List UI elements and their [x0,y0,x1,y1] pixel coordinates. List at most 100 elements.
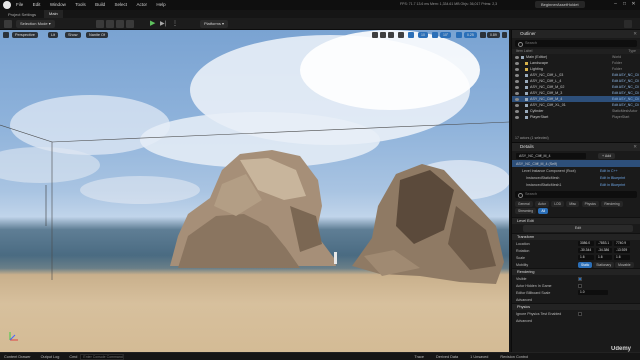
step-icon[interactable]: ▶| [160,20,166,28]
camera-speed-value[interactable]: 0.89 [487,32,500,38]
menu-actor[interactable]: Actor [136,2,147,7]
mobility-movable[interactable]: Movable [615,262,634,268]
perspective-button[interactable]: Perspective [12,32,38,38]
filter-rendering[interactable]: Rendering [601,201,623,207]
billboard-scale-input[interactable]: 1.0 [578,290,608,295]
menu-select[interactable]: Select [115,2,128,7]
details-search-input[interactable]: Search [515,191,637,198]
menu-edit[interactable]: Edit [33,2,41,7]
blueprint-icon[interactable] [106,20,114,28]
show-button[interactable]: Show [65,32,81,38]
actor-name-field[interactable]: ASY_NC_Cliff_M_4 [516,152,586,159]
scale-x[interactable]: 1.6 [578,255,594,260]
rotation-snap-value[interactable]: 10° [440,32,452,38]
component-self-row[interactable]: ASY_NC_Cliff_M_4 (Self) [512,160,640,167]
eye-icon[interactable] [515,85,519,89]
eye-icon[interactable] [515,115,519,119]
eye-icon[interactable] [515,61,519,65]
rotate-tool-icon[interactable] [380,32,386,38]
tab-main-level[interactable]: Main [44,10,63,18]
close-icon[interactable]: ✕ [629,1,638,7]
location-x[interactable]: 3086.0 [578,241,594,246]
add-actor-icon[interactable] [126,20,134,28]
cmd-button[interactable]: Cmd [69,355,77,359]
scale-y[interactable]: 1.6 [596,255,612,260]
grid-snap-value[interactable]: 10 [418,32,428,38]
derived-data-button[interactable]: Derived Data [436,355,458,359]
visible-checkbox[interactable] [578,276,582,281]
maximize-viewport-icon[interactable] [502,32,507,38]
component-row[interactable]: InstancedStaticMesh Edit in Blueprint [512,174,640,181]
cinematics-icon[interactable] [116,20,124,28]
location-y[interactable]: -7853.1 [596,241,612,246]
eye-icon[interactable] [515,73,519,77]
rotation-snap-icon[interactable] [432,32,438,38]
location-z[interactable]: 7740.9 [614,241,630,246]
hidden-in-game-checkbox[interactable] [578,283,582,288]
maximize-icon[interactable]: □ [620,1,629,7]
content-drawer-button[interactable]: Content Drawer [4,355,31,359]
trace-button[interactable]: Trace [414,355,424,359]
mobility-static[interactable]: Static [578,262,593,268]
rotation-z[interactable]: -13.929 [614,248,630,253]
transform-section[interactable]: Transform [512,233,640,240]
rotation-x[interactable]: -30.344 [578,248,594,253]
component-row[interactable]: InstancedStaticMesh1 Edit in Blueprint [512,181,640,188]
move-tool-icon[interactable] [372,32,378,38]
content-icon[interactable] [96,20,104,28]
level-edit-section[interactable]: Level Edit [512,217,640,224]
world-space-icon[interactable] [398,32,404,38]
minimize-icon[interactable]: – [611,1,620,7]
scale-tool-icon[interactable] [388,32,394,38]
nanite-button[interactable]: Nanite Of [86,32,109,38]
filter-all[interactable]: All [538,208,549,214]
eye-icon[interactable] [515,55,519,59]
eye-icon[interactable] [515,91,519,95]
scale-z[interactable]: 1.6 [614,255,630,260]
scale-snap-value[interactable]: 0.25 [464,32,477,38]
physics-section[interactable]: Physics [512,303,640,310]
level-viewport[interactable]: Perspective Lit Show Nanite Of 10 10° 0.… [0,30,509,352]
scale-snap-icon[interactable] [456,32,462,38]
add-component-button[interactable]: + Add [598,152,616,159]
eye-icon[interactable] [515,67,519,71]
eye-icon[interactable] [515,103,519,107]
surface-snap-icon[interactable] [408,32,414,38]
eye-icon[interactable] [515,79,519,83]
rotation-y[interactable]: -34.386 [596,248,612,253]
eye-icon[interactable] [515,97,519,101]
save-icon[interactable] [4,20,12,28]
close-outliner-icon[interactable]: ✕ [633,30,637,38]
viewport-menu-icon[interactable] [3,32,9,38]
outliner-row[interactable]: PlayerStart PlayerStart [512,114,640,120]
filter-physics[interactable]: Physics [581,201,599,207]
rendering-advanced[interactable]: Advanced [512,296,640,303]
filter-misc[interactable]: Misc [566,201,580,207]
play-icon[interactable]: ▶ [150,20,155,28]
edit-level-button[interactable]: Edit [523,225,633,232]
menu-tools[interactable]: Tools [75,2,86,7]
outliner-search-input[interactable]: Search [515,40,637,47]
physics-advanced[interactable]: Advanced [512,317,640,324]
menu-file[interactable]: File [16,2,23,7]
rendering-section[interactable]: Rendering [512,268,640,275]
settings-icon[interactable] [624,20,632,28]
console-input[interactable]: Enter Console Command [80,353,125,360]
filter-general[interactable]: General [515,201,533,207]
platforms-button[interactable]: Platforms ▾ [200,20,229,28]
filter-lod[interactable]: LOD [551,201,564,207]
mobility-stationary[interactable]: Stationary [593,262,615,268]
filter-streaming[interactable]: Streaming [515,208,537,214]
selection-mode-button[interactable]: Selection Mode ▾ [16,20,55,28]
menu-build[interactable]: Build [95,2,105,7]
close-details-icon[interactable]: ✕ [633,143,637,151]
menu-help[interactable]: Help [156,2,165,7]
filter-actor[interactable]: Actor [535,201,549,207]
camera-speed-icon[interactable] [480,32,486,38]
eye-icon[interactable] [515,109,519,113]
play-options-icon[interactable]: ⋮ [172,20,178,28]
output-log-button[interactable]: Output Log [41,355,60,359]
unsaved-button[interactable]: 1 Unsaved [470,355,488,359]
ignore-physics-checkbox[interactable] [578,311,582,316]
revision-control-button[interactable]: Revision Control [500,355,528,359]
